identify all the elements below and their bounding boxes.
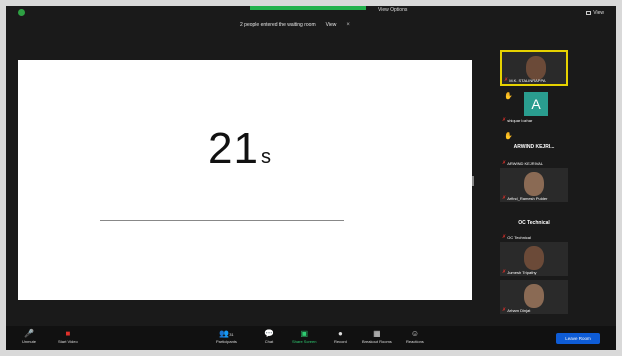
gallery-view-label: View — [593, 10, 604, 16]
close-icon[interactable]: × — [346, 22, 350, 28]
camera-off-icon: ■ — [65, 329, 71, 338]
participant-name-tag: ✗ Arfind_Ramesh Pulder — [502, 195, 548, 201]
participant-video — [524, 172, 544, 196]
meeting-toolbar: 🎤 Unmute ■ Start Video 👥31 Participants … — [6, 326, 616, 350]
top-bar: View Options View — [6, 6, 616, 20]
mic-muted-icon: ✗ — [502, 160, 507, 166]
reactions-button[interactable]: ☺ Reactions — [406, 328, 424, 344]
participant-tile[interactable]: ✋ A ✗ shiquar lozhar — [500, 90, 568, 124]
shared-screen: 21 s — [18, 60, 472, 300]
grid-view-icon — [586, 11, 592, 15]
participant-name-tag: ✗ shiquar lozhar — [502, 117, 533, 123]
mic-muted-icon: ✗ — [504, 77, 509, 83]
security-shield-icon[interactable] — [18, 9, 25, 16]
zoom-meeting-window: View Options View 2 people entered the w… — [6, 6, 616, 350]
participant-video — [524, 246, 544, 270]
countdown-timer: 21 s — [208, 124, 272, 174]
participant-name-tag: ✗ Jumesh Tripathy — [502, 269, 537, 275]
mic-muted-icon: ✗ — [502, 307, 507, 313]
raised-hand-icon: ✋ — [504, 133, 513, 140]
record-button[interactable]: ● Record — [334, 328, 347, 344]
gallery-view-button[interactable]: View — [586, 10, 604, 16]
participant-tile[interactable]: ✗ M.K. STALINRAPPA — [500, 50, 568, 86]
waiting-room-notice: 2 people entered the waiting room View × — [240, 19, 350, 31]
share-screen-button[interactable]: ▣ Share Screen — [292, 328, 316, 344]
leave-room-button[interactable]: Leave Room — [556, 333, 600, 344]
mic-muted-icon: ✗ — [502, 117, 507, 123]
breakout-rooms-button[interactable]: ▦ Breakout Rooms — [362, 328, 392, 344]
participant-name-tag: ✗ M.K. STALINRAPPA — [504, 77, 546, 83]
timer-progress-line — [100, 220, 344, 221]
split-drag-handle[interactable] — [472, 176, 474, 186]
participants-button[interactable]: 👥31 Participants — [216, 328, 237, 344]
start-video-button[interactable]: ■ Start Video — [58, 328, 78, 344]
breakout-rooms-icon: ▦ — [373, 329, 381, 338]
mic-muted-icon: ✗ — [502, 195, 507, 201]
letter-avatar: A — [524, 92, 548, 116]
participants-icon: 👥31 — [219, 329, 234, 338]
timer-unit: s — [260, 146, 272, 168]
raised-hand-icon: ✋ — [504, 93, 513, 100]
reactions-icon: ☺ — [410, 329, 419, 338]
participant-video — [524, 284, 544, 308]
chat-icon: 💬 — [264, 329, 274, 338]
participant-tile[interactable]: ✗ Jumesh Tripathy — [500, 242, 568, 276]
share-screen-icon: ▣ — [300, 329, 309, 338]
view-options-button[interactable]: View Options — [378, 7, 407, 13]
timer-value: 21 — [208, 124, 259, 173]
waiting-room-view-button[interactable]: View — [326, 22, 337, 28]
participant-tile[interactable]: ✋ ARWIND KEJRI... — [500, 132, 568, 162]
mic-muted-icon: ✗ — [502, 269, 507, 275]
mic-muted-icon: ✗ — [502, 234, 507, 240]
participant-name-tag: ✗ OC Technical — [502, 234, 531, 240]
microphone-off-icon: 🎤 — [24, 329, 34, 338]
record-icon: ● — [338, 329, 343, 338]
participant-name-tag: ✗ ARWIND KEJRIVAL — [502, 160, 544, 166]
chat-button[interactable]: 💬 Chat — [264, 328, 274, 344]
waiting-room-text: 2 people entered the waiting room — [240, 22, 316, 28]
participant-tile[interactable]: ✗ Arfind_Ramesh Pulder — [500, 168, 568, 202]
unmute-button[interactable]: 🎤 Unmute — [22, 328, 36, 344]
screen-share-indicator-bar — [250, 6, 366, 10]
participant-tile[interactable]: ✗ Arham Dinjat — [500, 280, 568, 314]
participant-name-tag: ✗ Arham Dinjat — [502, 307, 531, 313]
